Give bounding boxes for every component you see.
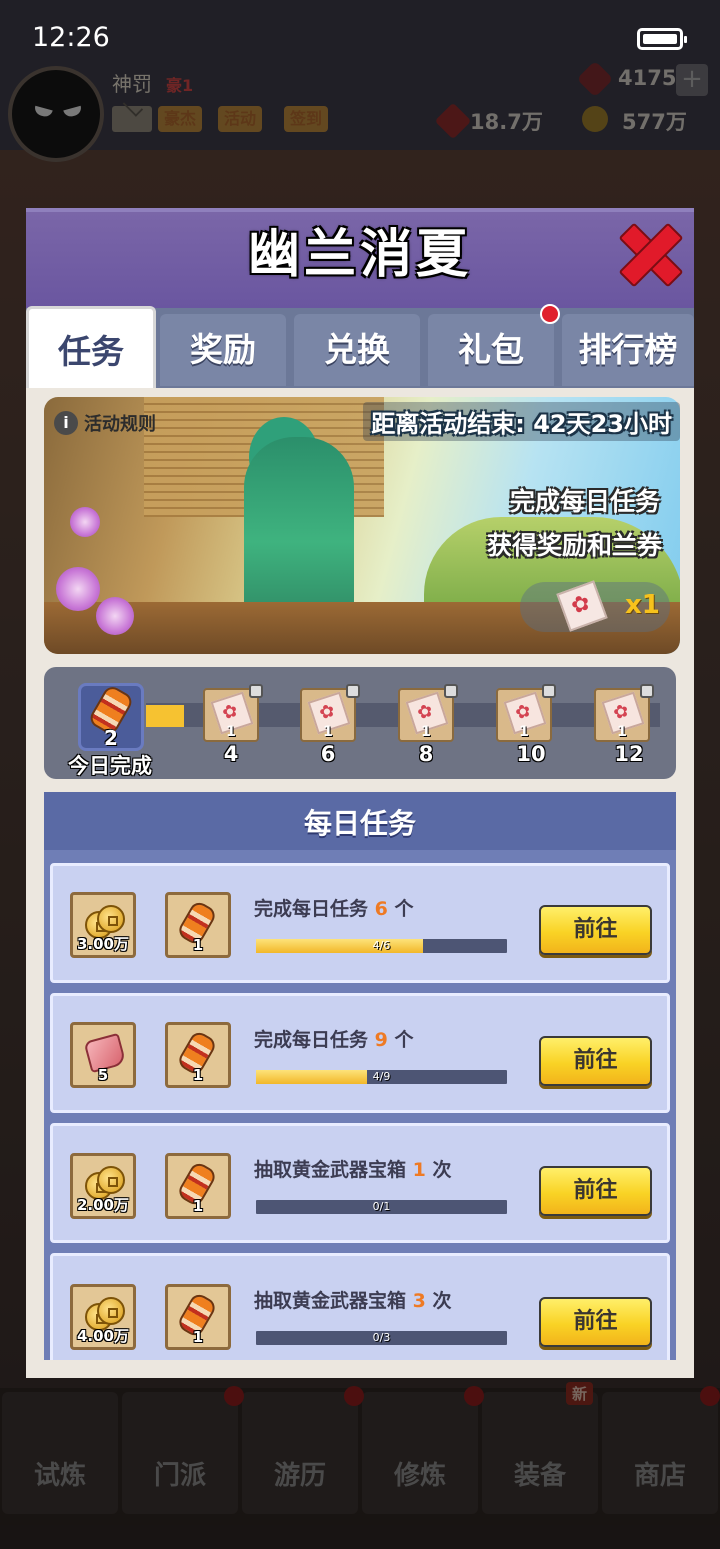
tab-rewards[interactable]: 奖励 (160, 314, 286, 386)
battery-icon (637, 28, 687, 50)
banner-line-1: 完成每日任务 (509, 487, 660, 516)
reward-qty: 2.00万 (76, 1196, 129, 1214)
task-progress-text: 0/1 (372, 1200, 391, 1213)
lock-icon (249, 684, 263, 698)
today-label: 今日完成 (68, 754, 152, 778)
task-description: 完成每日任务 6 个 (254, 898, 414, 920)
task-progress-bar: 0/3 (256, 1331, 507, 1345)
ticket-count: x1 (625, 590, 660, 620)
milestone-label: 10 (516, 742, 546, 766)
reward-qty: 1 (192, 1328, 204, 1346)
milestone-label: 8 (418, 742, 434, 766)
lock-icon (444, 684, 458, 698)
orchid-flower (56, 567, 100, 611)
go-button[interactable]: 前往 (539, 905, 652, 955)
tab-ranking[interactable]: 排行榜 (562, 314, 694, 386)
tab-exchange[interactable]: 兑换 (294, 314, 420, 386)
rules-button[interactable]: i 活动规则 (54, 408, 156, 438)
daily-tasks-title: 每日任务 (303, 807, 416, 840)
coin-reward-box[interactable]: 3.00万 (70, 892, 136, 958)
milestone-label: 6 (320, 742, 336, 766)
coin-reward-box[interactable]: 2.00万 (70, 1153, 136, 1219)
reward-qty: 4.00万 (76, 1327, 129, 1345)
go-button[interactable]: 前往 (539, 1297, 652, 1347)
task-description: 完成每日任务 9 个 (254, 1029, 414, 1051)
scroll-reward-box[interactable]: 1 (165, 892, 231, 958)
task-progress-text: 0/3 (372, 1331, 391, 1344)
banner-line-2: 获得奖励和兰券 (486, 531, 662, 560)
orchid-flower (70, 507, 100, 537)
task-progress-text: 4/9 (372, 1070, 391, 1083)
tab-notification-dot (540, 304, 560, 324)
milestone-qty: 1 (226, 724, 236, 740)
milestone-qty: 1 (617, 724, 627, 740)
close-icon[interactable] (612, 216, 684, 288)
today-count: 2 (104, 726, 118, 750)
orchid-flower (96, 597, 134, 635)
modal-bottom-edge (26, 1360, 694, 1378)
coin-reward-box[interactable]: 4.00万 (70, 1284, 136, 1350)
scroll-reward-box[interactable]: 1 (165, 1284, 231, 1350)
tab-gift-pack[interactable]: 礼包 (428, 314, 554, 386)
milestone-qty: 1 (323, 724, 333, 740)
info-icon: i (54, 411, 78, 435)
go-button[interactable]: 前往 (539, 1036, 652, 1086)
milestone-qty: 1 (519, 724, 529, 740)
milestone-label: 12 (614, 742, 644, 766)
task-description: 抽取黄金武器宝箱 3 次 (254, 1290, 452, 1312)
task-description: 抽取黄金武器宝箱 1 次 (254, 1159, 452, 1181)
task-progress-text: 4/6 (372, 939, 391, 952)
tab-tasks[interactable]: 任务 (26, 306, 156, 388)
rules-label: 活动规则 (84, 414, 156, 435)
go-button[interactable]: 前往 (539, 1166, 652, 1216)
scroll-reward-box[interactable]: 1 (165, 1153, 231, 1219)
reward-qty: 1 (192, 1066, 204, 1084)
milestone-line-fill (146, 705, 184, 727)
reward-qty: 1 (192, 936, 204, 954)
gem-reward-box[interactable]: 5 (70, 1022, 136, 1088)
milestone-qty: 1 (421, 724, 431, 740)
lock-icon (640, 684, 654, 698)
status-time: 12:26 (32, 22, 110, 53)
lock-icon (542, 684, 556, 698)
reward-qty: 3.00万 (76, 935, 129, 953)
task-progress-bar: 4/6 (256, 939, 507, 953)
task-progress-bar: 4/9 (256, 1070, 507, 1084)
task-progress-bar: 0/1 (256, 1200, 507, 1214)
reward-qty: 5 (97, 1066, 109, 1084)
scroll-reward-box[interactable]: 1 (165, 1022, 231, 1088)
reward-qty: 1 (192, 1197, 204, 1215)
event-countdown: 距离活动结束: 42天23小时 (363, 402, 680, 441)
lock-icon (346, 684, 360, 698)
milestone-label: 4 (223, 742, 239, 766)
